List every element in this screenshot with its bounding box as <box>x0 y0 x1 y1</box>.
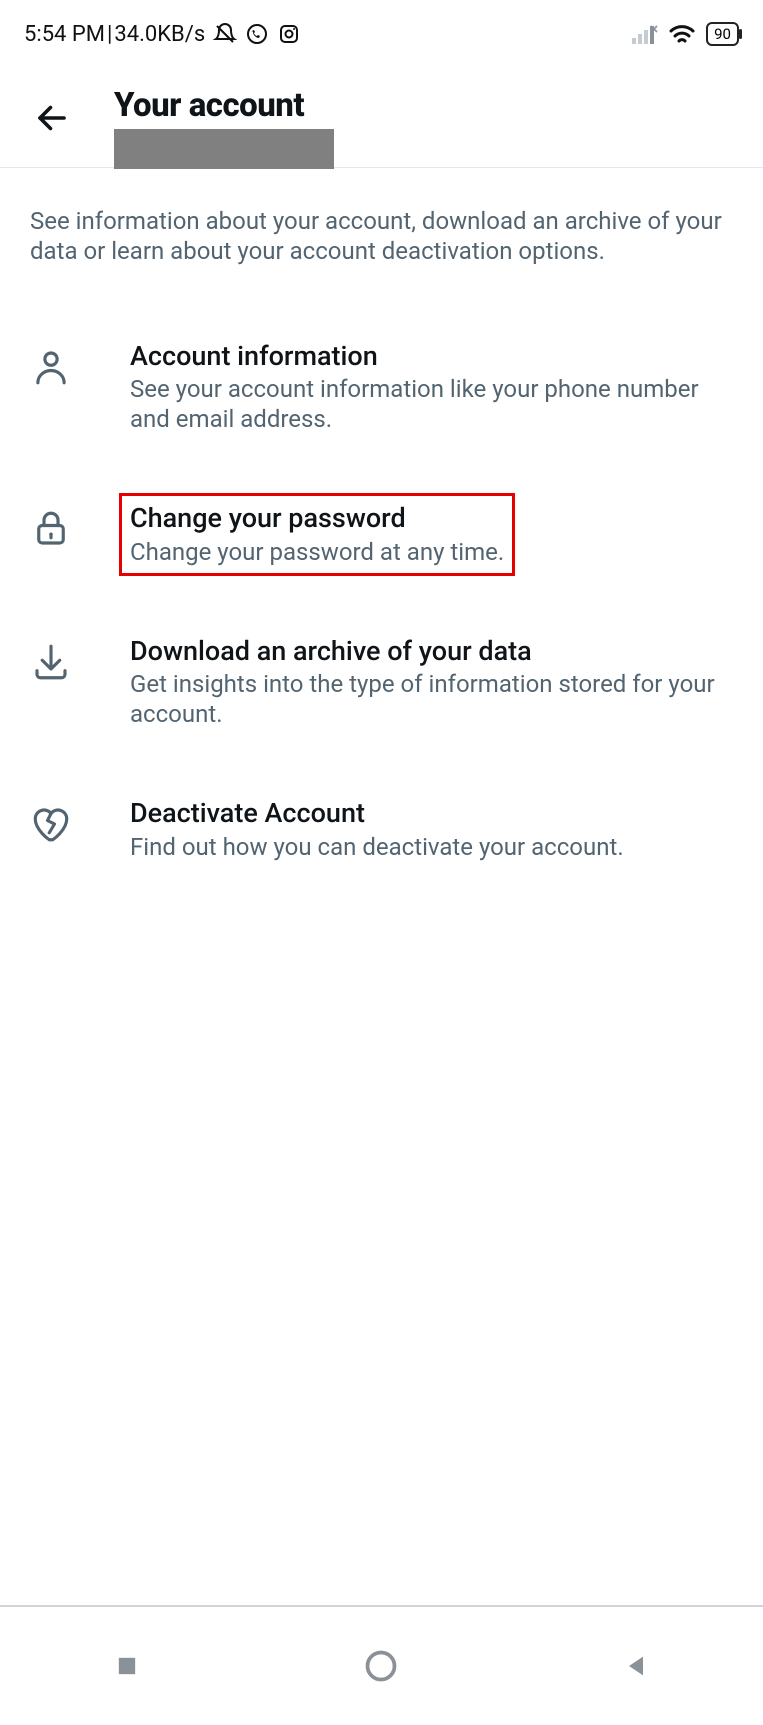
settings-list: Account information See your account inf… <box>0 266 763 896</box>
cellular-signal-icon <box>632 24 658 44</box>
header-text-group: Your account <box>114 86 739 169</box>
list-item-body: Download an archive of your data Get ins… <box>130 635 733 729</box>
status-network-speed: 34.0KB/s <box>114 22 205 47</box>
status-left: 5:54 PM | 34.0KB/s <box>24 22 301 47</box>
download-icon <box>30 635 130 683</box>
lock-icon <box>30 502 130 550</box>
list-item-deactivate-account[interactable]: Deactivate Account Find out how you can … <box>0 763 763 895</box>
list-item-subtitle: Get insights into the type of informatio… <box>130 669 733 729</box>
person-icon <box>30 340 130 388</box>
list-item-title: Account information <box>130 340 733 372</box>
list-item-account-information[interactable]: Account information See your account inf… <box>0 306 763 468</box>
triangle-left-icon <box>622 1652 650 1680</box>
android-back-button[interactable] <box>556 1652 716 1680</box>
list-item-subtitle: Find out how you can deactivate your acc… <box>130 832 733 862</box>
wifi-icon <box>668 23 696 45</box>
heart-broken-icon <box>30 797 130 845</box>
instagram-icon <box>277 22 301 46</box>
home-button[interactable] <box>301 1648 461 1684</box>
system-navigation-bar <box>0 1605 763 1725</box>
back-button[interactable] <box>24 86 114 136</box>
list-item-subtitle: Change your password at any time. <box>130 537 504 567</box>
list-item-download-archive[interactable]: Download an archive of your data Get ins… <box>0 601 763 763</box>
app-header: Your account <box>0 58 763 168</box>
list-item-body: Change your password Change your passwor… <box>130 502 733 566</box>
status-separator: | <box>107 22 112 47</box>
battery-percent: 90 <box>714 25 731 43</box>
whatsapp-icon <box>245 22 269 46</box>
username-redacted <box>114 129 334 169</box>
list-item-title: Download an archive of your data <box>130 635 733 667</box>
list-item-body: Account information See your account inf… <box>130 340 733 434</box>
status-time: 5:54 PM <box>24 22 105 47</box>
page-title: Your account <box>114 86 739 125</box>
notifications-muted-icon <box>213 22 237 46</box>
battery-indicator: 90 <box>706 22 739 46</box>
circle-icon <box>363 1648 399 1684</box>
status-bar: 5:54 PM | 34.0KB/s <box>0 0 763 58</box>
page-description: See information about your account, down… <box>0 168 763 266</box>
recent-apps-button[interactable] <box>47 1652 207 1680</box>
list-item-title: Change your password <box>130 502 504 534</box>
highlighted-box: Change your password Change your passwor… <box>119 493 515 575</box>
square-icon <box>113 1652 141 1680</box>
list-item-body: Deactivate Account Find out how you can … <box>130 797 733 861</box>
status-right: 90 <box>632 22 739 46</box>
list-item-title: Deactivate Account <box>130 797 733 829</box>
arrow-left-icon <box>34 100 70 136</box>
list-item-change-password[interactable]: Change your password Change your passwor… <box>0 468 763 600</box>
list-item-subtitle: See your account information like your p… <box>130 374 733 434</box>
